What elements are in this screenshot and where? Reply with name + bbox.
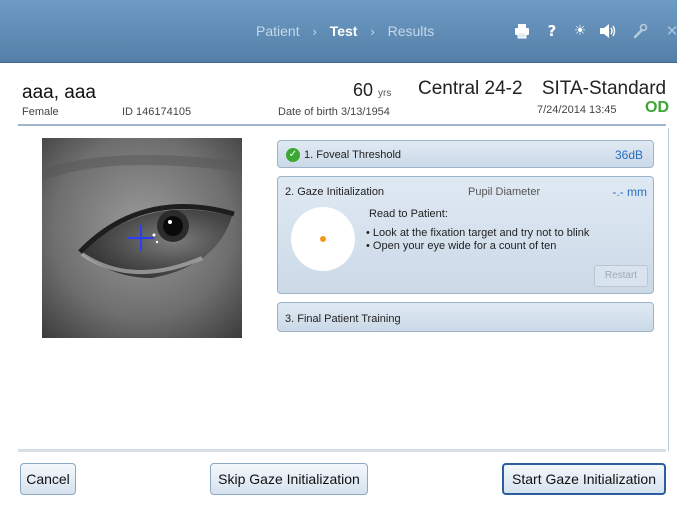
- test-datetime: 7/24/2014 13:45: [537, 104, 617, 116]
- patient-sex: Female: [22, 106, 59, 118]
- footer-divider: [18, 449, 666, 452]
- eye-indicator: OD: [645, 99, 669, 116]
- step-gaze-label: 2. Gaze Initialization: [285, 186, 385, 198]
- eye-camera-drawing: [42, 138, 242, 338]
- eye-camera-image: [42, 138, 242, 338]
- wrench-icon[interactable]: [630, 20, 650, 42]
- step-foveal-threshold[interactable]: ✓ 1. Foveal Threshold 36dB: [277, 140, 654, 168]
- step-gaze-initialization[interactable]: 2. Gaze Initialization Pupil Diameter -.…: [277, 176, 654, 294]
- step-final-patient-training[interactable]: 3. Final Patient Training: [277, 302, 654, 332]
- top-nav-bar: Patient › Test › Results ? ☀ ✕: [0, 0, 677, 63]
- help-icon[interactable]: ?: [542, 20, 562, 42]
- age-value: 60: [353, 80, 374, 100]
- close-icon[interactable]: ✕: [662, 20, 677, 42]
- dob-value: 3/13/1954: [340, 106, 390, 118]
- foveal-threshold-value: 36dB: [614, 148, 643, 162]
- start-gaze-initialization-button[interactable]: Start Gaze Initialization: [502, 463, 666, 495]
- restart-button[interactable]: Restart: [594, 265, 648, 287]
- patient-name: aaa, aaa: [22, 82, 96, 103]
- step-training-label: 3. Final Patient Training: [285, 313, 401, 325]
- test-name: Central 24-2 SITA-Standard: [418, 78, 666, 100]
- gaze-indicator: [291, 207, 355, 271]
- crumb-results[interactable]: Results: [388, 23, 435, 39]
- crumb-patient[interactable]: Patient: [256, 23, 300, 39]
- age-unit: yrs: [378, 88, 392, 99]
- patient-age: 60 yrs: [353, 80, 391, 101]
- step-foveal-label: 1. Foveal Threshold: [304, 149, 402, 161]
- header-divider: [18, 124, 666, 126]
- breadcrumb: Patient › Test › Results: [256, 22, 434, 39]
- pupil-diameter-label: Pupil Diameter: [468, 186, 541, 198]
- instruction-line: • Look at the fixation target and try no…: [366, 227, 590, 239]
- dob-label: Date of birth: [278, 106, 338, 118]
- content-right-border: [668, 128, 669, 451]
- brightness-icon[interactable]: ☀: [570, 20, 590, 42]
- breadcrumb-separator: ›: [370, 23, 375, 39]
- cancel-button[interactable]: Cancel: [20, 463, 76, 495]
- volume-icon[interactable]: [598, 20, 618, 42]
- patient-id: ID 146174105: [122, 106, 192, 118]
- pupil-diameter-value: -.- mm: [612, 185, 647, 199]
- fixation-dot-icon: [320, 236, 326, 242]
- breadcrumb-separator: ›: [312, 23, 317, 39]
- instruction-line: • Open your eye wide for a count of ten: [366, 240, 557, 252]
- test-pattern: Central 24-2: [418, 78, 523, 99]
- skip-gaze-initialization-button[interactable]: Skip Gaze Initialization: [210, 463, 368, 495]
- read-to-patient-label: Read to Patient:: [369, 208, 448, 220]
- date-of-birth: Date of birth 3/13/1954: [278, 106, 390, 118]
- checkmark-icon: ✓: [286, 148, 300, 162]
- test-strategy: SITA-Standard: [541, 78, 667, 99]
- crumb-test[interactable]: Test: [330, 23, 358, 39]
- printer-icon[interactable]: [512, 20, 532, 42]
